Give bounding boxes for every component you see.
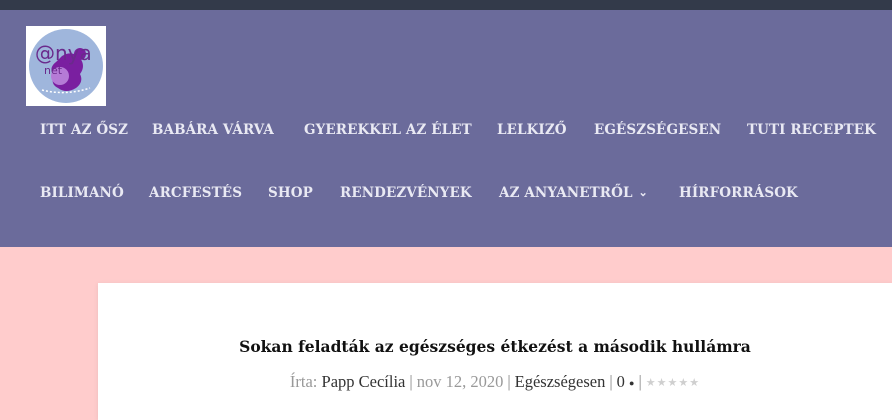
comment-bubble-icon: ●	[629, 378, 635, 388]
top-bar	[0, 0, 892, 10]
chevron-down-icon: ⌄	[638, 186, 648, 199]
nav-itt-az-osz[interactable]: ITT AZ ŐSZ	[40, 118, 128, 142]
nav-shop[interactable]: SHOP	[268, 181, 313, 205]
logo-graphic: @nya net	[29, 29, 103, 103]
post-date: nov 12, 2020	[416, 372, 504, 391]
nav-tuti-receptek[interactable]: TUTI RECEPTEK	[747, 118, 876, 142]
comments-link[interactable]: 0 ●	[617, 372, 635, 391]
nav-gyerekkel-az-elet[interactable]: GYEREKKEL AZ ÉLET	[304, 118, 472, 142]
nav-babara-varva[interactable]: BABÁRA VÁRVA	[152, 118, 274, 142]
comment-count: 0	[616, 372, 625, 391]
category-link[interactable]: Egészségesen	[515, 372, 606, 391]
post-card: Sokan feladták az egészséges étkezést a …	[98, 283, 892, 420]
nav-az-anyanetrol-label: AZ ANYANETRŐL	[499, 185, 633, 201]
nav-hirforrasok[interactable]: HÍRFORRÁSOK	[679, 181, 798, 205]
nav-egeszsegesen[interactable]: EGÉSZSÉGESEN	[594, 118, 721, 142]
meta-divider: |	[638, 372, 642, 391]
meta-divider: |	[507, 372, 511, 391]
author-label: Írta:	[289, 372, 318, 391]
nav-arcfestes[interactable]: ARCFESTÉS	[149, 181, 242, 205]
site-logo[interactable]: @nya net	[26, 26, 106, 106]
nav-az-anyanetrol[interactable]: AZ ANYANETRŐL ⌄	[499, 181, 648, 205]
post-meta: Írta: Papp Cecília | nov 12, 2020 | Egészség…	[98, 372, 892, 392]
author-link[interactable]: Papp Cecília	[322, 372, 406, 391]
logo-text-1: @nya	[35, 41, 92, 65]
nav-rendezvenyek[interactable]: RENDEZVÉNYEK	[340, 181, 472, 205]
nav-lelkizo[interactable]: LELKIZŐ	[497, 118, 567, 142]
logo-text-2: net	[44, 64, 63, 77]
post-title[interactable]: Sokan feladták az egészséges étkezést a …	[98, 337, 892, 356]
meta-divider: |	[609, 372, 613, 391]
star-rating: ★★★★★	[645, 377, 701, 389]
nav-bilimano[interactable]: BILIMANÓ	[40, 181, 124, 205]
meta-divider: |	[409, 372, 413, 391]
